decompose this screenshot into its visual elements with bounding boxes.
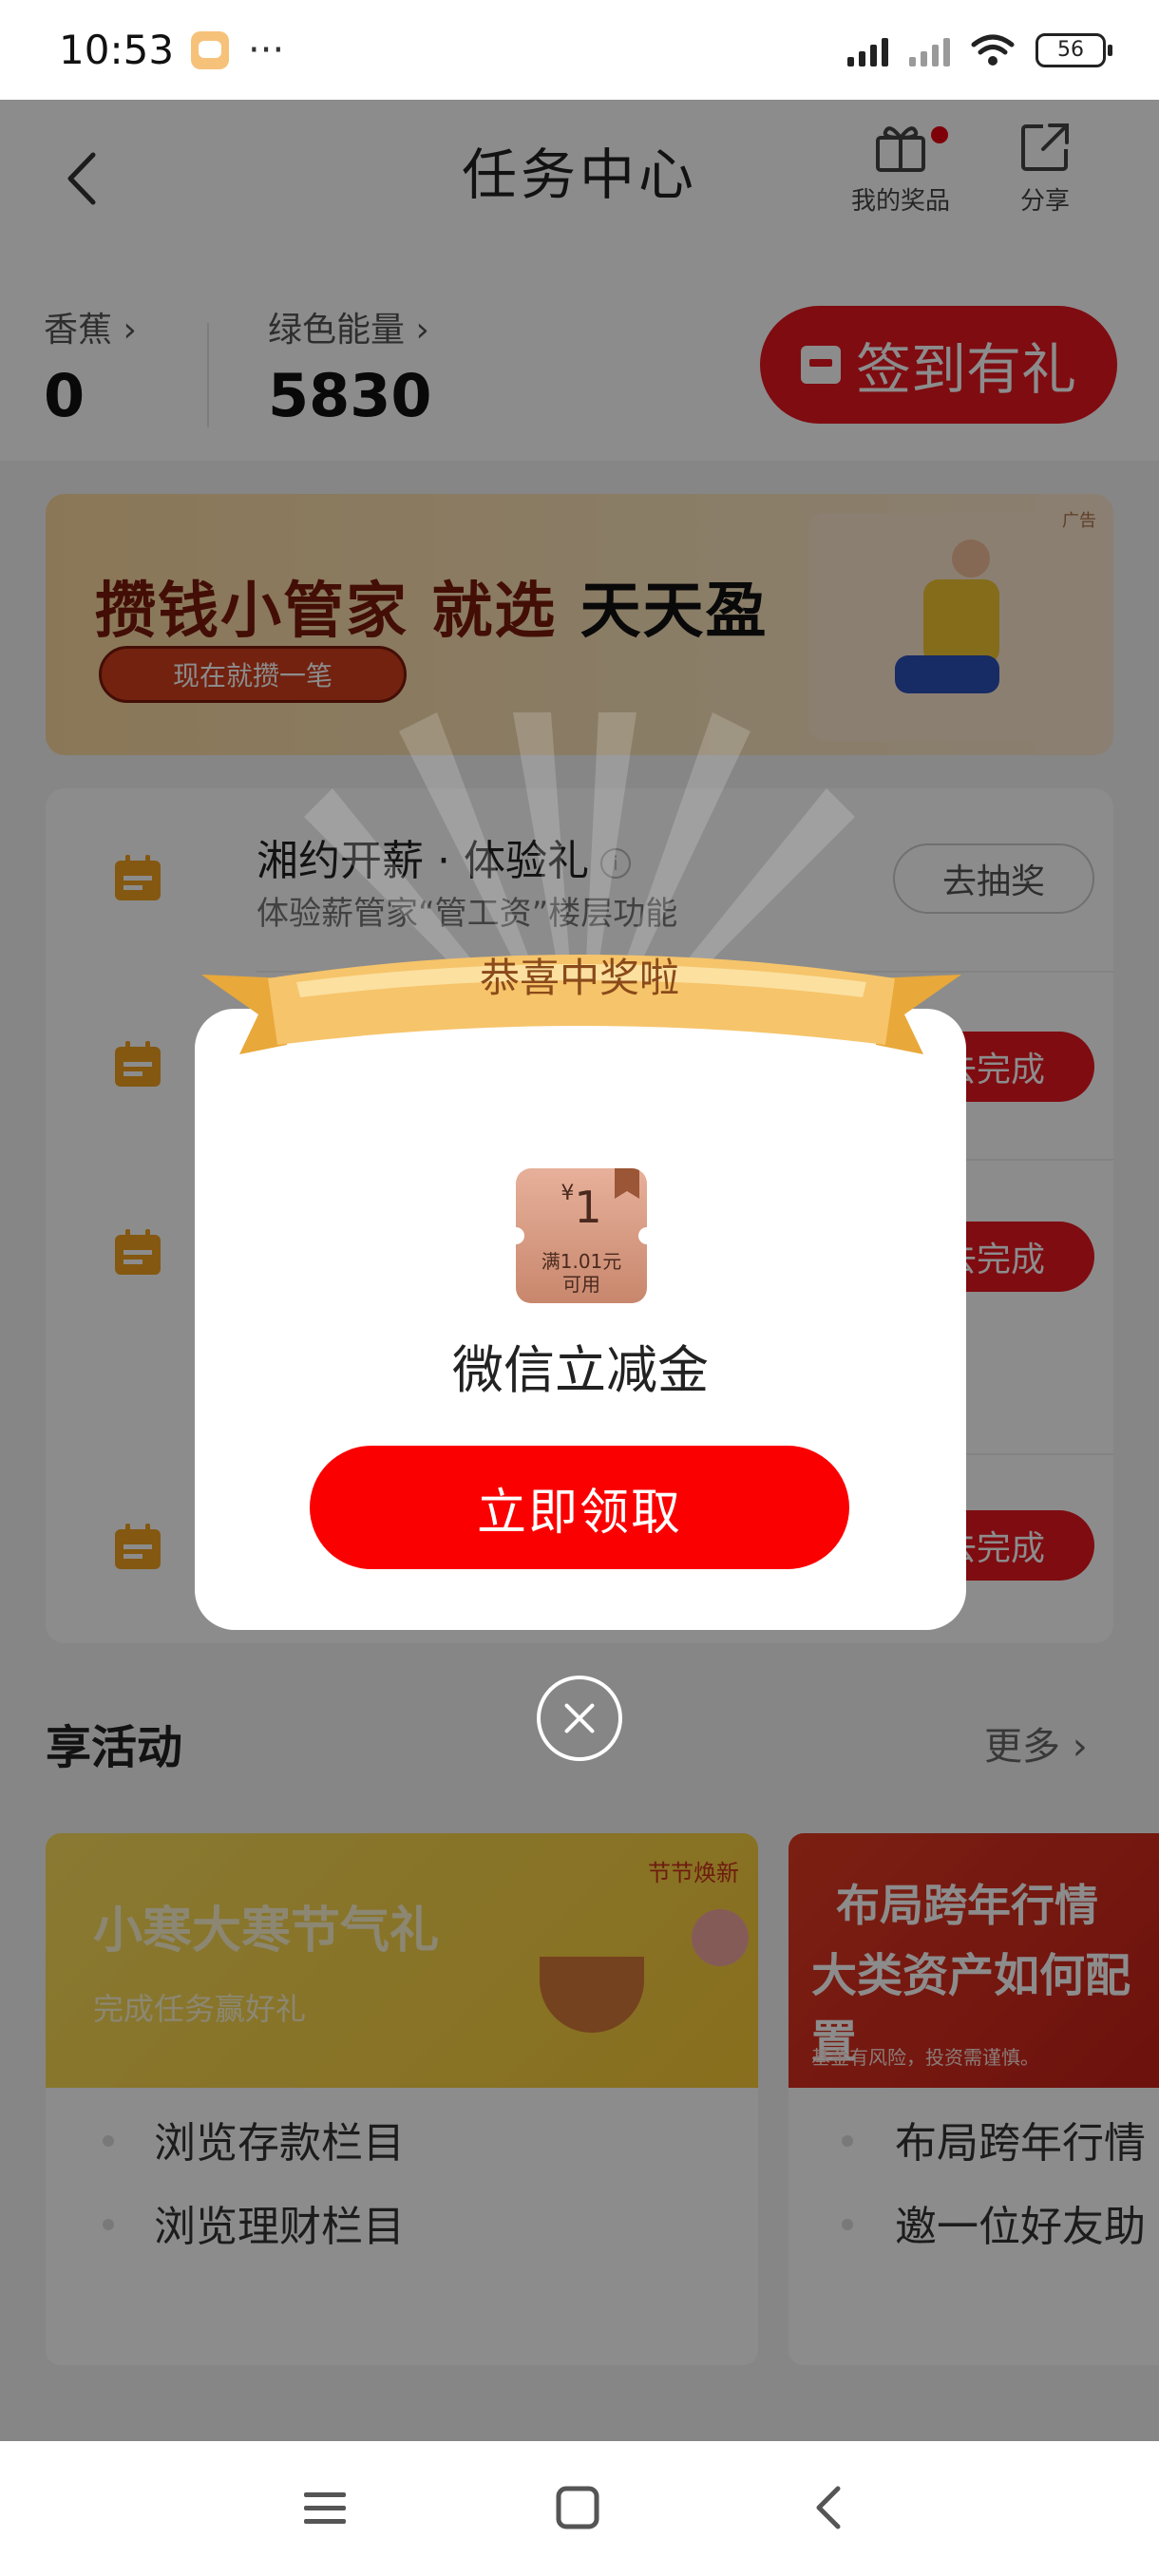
battery-level: 56 [1057,38,1084,62]
dialog-title: 恭喜中奖啦 [479,955,679,1001]
page: 10:53 ··· 56 任务中心 我的奖品 分享 香蕉 › 0 绿色能量 › … [0,0,1159,2576]
system-nav-bar [0,2441,1159,2576]
coupon-amount: ¥1 [516,1182,647,1233]
coupon-condition: 满1.01元 可用 [516,1250,647,1296]
signal-icon [847,34,888,66]
close-icon[interactable] [537,1676,622,1761]
status-time: 10:53 [59,27,175,73]
status-bar: 10:53 ··· 56 [0,0,1159,100]
back-nav-icon[interactable] [802,2479,859,2536]
battery-icon: 56 [1036,32,1112,67]
prize-name: 微信立减金 [452,1340,709,1400]
claim-button[interactable]: 立即领取 [310,1446,849,1569]
coupon-currency: ¥ [560,1182,575,1205]
coupon-condition-line2: 可用 [562,1273,600,1296]
signal-2-icon [909,34,950,66]
home-icon[interactable] [549,2479,606,2536]
more-notifications-icon: ··· [248,28,285,72]
wifi-icon [971,34,1015,66]
coupon-condition-line1: 满1.01元 [541,1250,622,1273]
menu-icon[interactable] [296,2479,353,2536]
app-notification-icon [191,30,230,69]
coupon-icon: ¥1 满1.01元 可用 [516,1168,647,1303]
coupon-amount-value: 1 [574,1182,602,1233]
